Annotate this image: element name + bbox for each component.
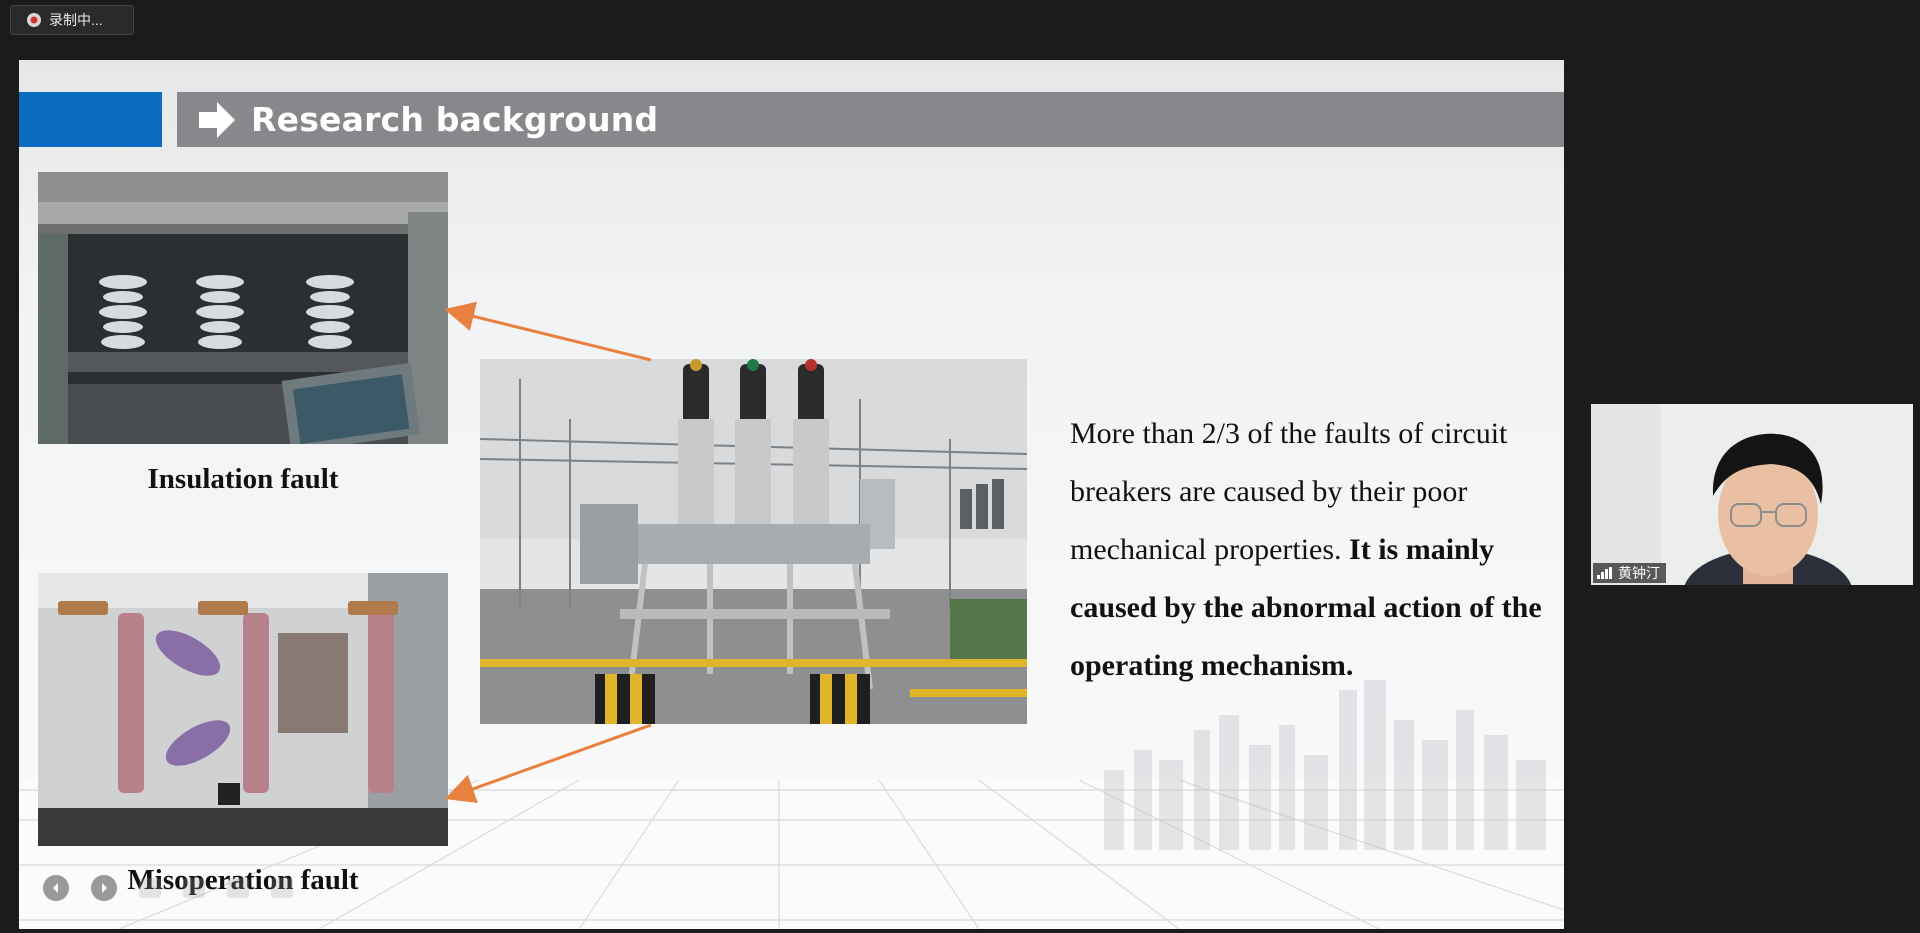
more-options-button[interactable]: [271, 878, 293, 898]
recording-cloud-icon: [25, 12, 43, 28]
presentation-slide: Research background Insulation fault Mis…: [19, 60, 1564, 929]
slide-controls: [43, 875, 293, 901]
signal-icon: [1597, 567, 1612, 579]
zoom-button[interactable]: [183, 878, 205, 898]
next-slide-button[interactable]: [91, 875, 117, 901]
pen-tool-button[interactable]: [139, 878, 161, 898]
participant-video-feed: [1591, 404, 1913, 585]
participant-name-tag: 黄钟汀: [1593, 563, 1666, 583]
previous-slide-button[interactable]: [43, 875, 69, 901]
participant-name: 黄钟汀: [1618, 565, 1660, 581]
slides-overview-button[interactable]: [227, 878, 249, 898]
chevron-left-icon: [53, 883, 58, 893]
recording-indicator[interactable]: 录制中...: [10, 5, 134, 35]
recording-label: 录制中...: [49, 12, 103, 28]
slide-body-text: More than 2/3 of the faults of circuit b…: [1070, 405, 1550, 695]
participant-video[interactable]: 黄钟汀: [1591, 404, 1913, 585]
chevron-right-icon: [102, 883, 107, 893]
